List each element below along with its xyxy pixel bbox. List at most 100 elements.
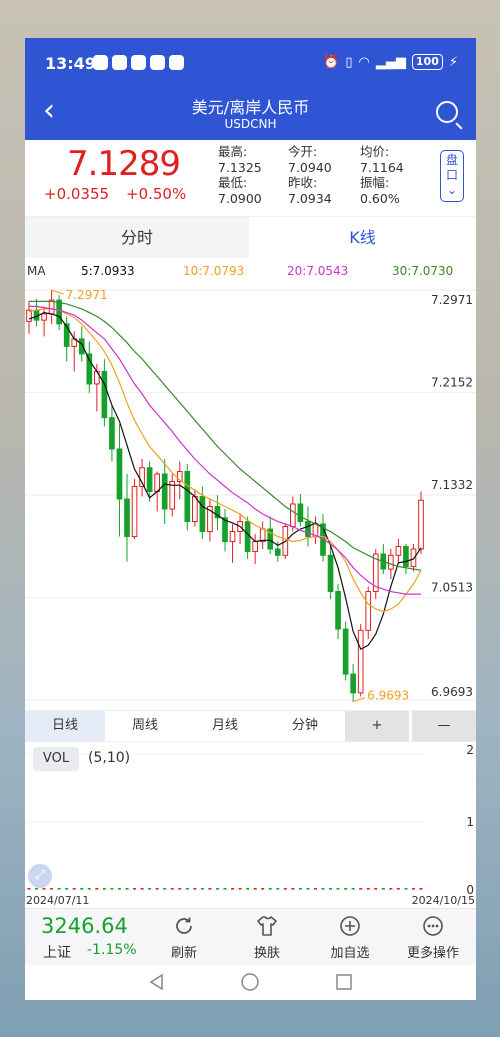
volume-bar: [185, 888, 189, 890]
add-watchlist-button[interactable]: 加自选: [310, 909, 390, 966]
stat-label-high: 最高:: [218, 144, 248, 159]
zoom-in-button[interactable]: +: [345, 711, 409, 741]
nav-home-icon[interactable]: [241, 973, 259, 991]
pankou-button[interactable]: 盘口 ⌄: [440, 150, 464, 202]
signal-icon: ▂▄▆: [375, 54, 406, 70]
candle-body: [388, 554, 394, 570]
y-tick-label: 7.1332: [431, 478, 473, 492]
volume-bar: [215, 888, 219, 890]
candle-body: [305, 521, 311, 538]
volume-bar: [193, 888, 197, 890]
volume-bar: [344, 888, 348, 890]
tab-intraday[interactable]: 分时: [25, 217, 249, 258]
refresh-button[interactable]: 刷新: [144, 909, 224, 966]
end-date: 2024/10/15: [411, 894, 475, 907]
date-range: 2024/07/11 2024/10/15: [25, 893, 476, 908]
candle-body: [41, 313, 47, 321]
stat-label-avg: 均价:: [360, 144, 390, 159]
wifi-icon: ◠: [358, 54, 370, 70]
more-actions-button[interactable]: 更多操作: [393, 909, 473, 966]
more-icon: [423, 916, 443, 936]
volume-bar: [27, 888, 31, 890]
add-watchlist-label: 加自选: [330, 946, 370, 961]
zoom-out-button[interactable]: —: [412, 711, 476, 741]
volume-bar: [366, 888, 370, 890]
candle-body: [124, 498, 130, 538]
candle-body: [116, 448, 123, 500]
candle-body: [146, 467, 153, 492]
weibo-icon: [131, 55, 146, 70]
candle-body: [244, 521, 251, 553]
bottom-toolbar: 3246.64 上证 -1.15% 刷新 换肤 加自选 更多操作: [25, 908, 476, 965]
volume-bar: [87, 888, 91, 890]
stat-label-amplitude: 振幅:: [360, 175, 390, 190]
skin-button[interactable]: 换肤: [227, 909, 307, 966]
app-screen: 13:49 ⏰ ▯ ◠ ▂▄▆ 100 ⚡ ‹ 美元/离岸人民币 USDCNH …: [25, 38, 476, 1000]
ma10-value: 10:7.0793: [183, 264, 245, 278]
candle-body: [109, 417, 115, 450]
stat-value-amplitude: 0.60%: [360, 190, 400, 206]
volume-bar: [419, 888, 423, 890]
max-price-label: 7.2971: [66, 288, 108, 302]
period-minute[interactable]: 分钟: [265, 711, 345, 741]
volume-bar: [306, 888, 310, 890]
status-time: 13:49: [45, 54, 96, 73]
indicator-selector[interactable]: VOL: [33, 747, 79, 771]
alarm-icon: ⏰: [323, 54, 340, 70]
page-title: 美元/离岸人民币: [191, 98, 310, 117]
volume-tick-label: 1: [466, 815, 474, 829]
nfc-icon: [169, 55, 184, 70]
chart-tabs: 分时 K线: [25, 216, 476, 258]
index-ticker[interactable]: 3246.64 上证 -1.15%: [25, 909, 143, 966]
price-change-percent: +0.50%: [126, 185, 187, 203]
volume-bar: [148, 888, 152, 890]
candle-body: [154, 473, 160, 492]
nav-recents-icon[interactable]: [336, 974, 352, 990]
volume-header: VOL (5,10): [25, 744, 476, 774]
volume-bar: [298, 888, 302, 890]
candle-body: [365, 591, 372, 631]
battery-icon: 100: [411, 54, 443, 70]
ma5-value: 5:7.0933: [81, 264, 135, 278]
title-bar: ‹ 美元/离岸人民币 USDCNH: [25, 88, 476, 140]
nav-buttons: [149, 973, 352, 991]
stat-value-open: 7.0940: [288, 159, 332, 175]
volume-bar: [389, 888, 393, 890]
candle-body: [410, 548, 417, 568]
index-value: 3246.64: [41, 914, 128, 938]
search-icon[interactable]: [436, 101, 458, 123]
ma-legend: MA 5:7.0933 10:7.0793 20:7.0543 30:7.073…: [25, 262, 476, 280]
period-week[interactable]: 周线: [105, 711, 185, 741]
volume-bar: [72, 888, 76, 890]
expand-icon[interactable]: ⤢: [28, 864, 52, 888]
period-month[interactable]: 月线: [185, 711, 265, 741]
volume-bar: [223, 888, 227, 890]
volume-bar: [178, 888, 182, 890]
stat-value-low: 7.0900: [218, 190, 262, 206]
nav-back-icon[interactable]: [149, 973, 163, 991]
charging-icon: ⚡: [448, 54, 458, 70]
period-day[interactable]: 日线: [25, 711, 105, 741]
candle-body: [327, 554, 334, 593]
candle-body: [335, 591, 341, 630]
stat-value-prev-close: 7.0934: [288, 190, 332, 206]
volume-bar: [163, 888, 167, 890]
candle-body: [161, 473, 168, 510]
candle-body: [403, 546, 409, 568]
refresh-icon: [176, 917, 192, 934]
kline-chart[interactable]: 7.2971 7.2152 7.1332 7.0513 6.9693 7.2971 6.96…: [25, 280, 476, 708]
volume-bar: [374, 888, 378, 890]
volume-bar: [95, 888, 99, 890]
volume-bar: [313, 888, 317, 890]
tab-kline[interactable]: K线: [249, 217, 476, 258]
volume-bar: [261, 888, 265, 890]
candle-body: [26, 309, 32, 322]
add-circle-icon: [340, 916, 360, 936]
volume-bar: [133, 888, 137, 890]
app-notification-icon: [93, 55, 108, 70]
stat-label-prev-close: 昨收:: [288, 175, 318, 190]
ma-label: MA: [27, 264, 46, 278]
max-pointer: [51, 289, 64, 295]
vibrate-icon: ▯: [345, 54, 353, 70]
volume-bar: [155, 888, 159, 890]
